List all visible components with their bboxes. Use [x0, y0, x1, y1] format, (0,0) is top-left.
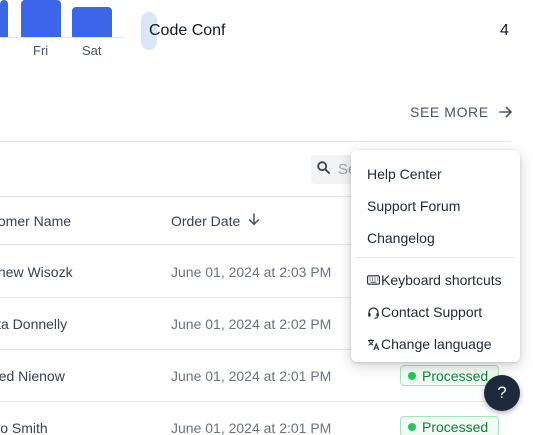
- table-cell-order-date: June 01, 2024 at 2:03 PM: [171, 264, 332, 280]
- menu-item-changelog[interactable]: Changelog: [351, 222, 520, 254]
- menu-item-contact-support[interactable]: Contact Support: [351, 296, 520, 328]
- table-cell-order-date: June 01, 2024 at 2:02 PM: [171, 316, 332, 332]
- table-row-divider: [0, 401, 511, 402]
- chart-baseline: [0, 37, 125, 38]
- menu-item-change-language[interactable]: Change language: [351, 328, 520, 360]
- chart-bar-fri: [21, 0, 61, 37]
- table-cell-order-date: June 01, 2024 at 2:01 PM: [171, 420, 332, 435]
- column-header-order-date[interactable]: Order Date: [171, 213, 260, 229]
- headset-icon: [367, 306, 380, 319]
- help-menu: Help Center Support Forum Changelog Keyb…: [351, 150, 520, 362]
- table-cell-customer: lio Smith: [0, 420, 48, 435]
- menu-item-keyboard-shortcuts[interactable]: Keyboard shortcuts: [351, 264, 520, 296]
- conference-name: Code Conf: [149, 22, 226, 39]
- menu-divider: [355, 257, 516, 258]
- menu-item-label: Change language: [381, 336, 492, 352]
- table-cell-order-date: June 01, 2024 at 2:01 PM: [171, 368, 332, 384]
- table-cell-customer: red Nienow: [0, 368, 65, 384]
- menu-item-label: Support Forum: [367, 198, 461, 214]
- section-divider: [0, 141, 511, 142]
- menu-item-label: Contact Support: [381, 304, 483, 320]
- conference-count: 4: [500, 22, 509, 39]
- arrow-right-icon: [498, 105, 513, 119]
- status-dot: [408, 371, 416, 380]
- menu-item-support-forum[interactable]: Support Forum: [351, 190, 520, 222]
- menu-item-help-center[interactable]: Help Center: [351, 158, 520, 190]
- chart-tick-label-sat: Sat: [82, 43, 102, 58]
- column-header-label: Order Date: [171, 213, 241, 229]
- table-cell-customer: thew Wisozk: [0, 264, 73, 280]
- see-more-link[interactable]: SEE MORE: [410, 104, 513, 120]
- chart-bar-sat: [72, 7, 112, 37]
- menu-item-label: Changelog: [367, 230, 435, 246]
- status-label: Processed: [422, 367, 489, 384]
- status-label: Processed: [422, 418, 489, 435]
- status-badge: Processed: [400, 416, 500, 435]
- help-button[interactable]: ?: [484, 375, 520, 411]
- keyboard-icon: [367, 274, 380, 287]
- translate-icon: [367, 338, 380, 351]
- arrow-down-icon: [248, 213, 260, 229]
- column-header-label: tomer Name: [0, 213, 72, 229]
- see-more-label: SEE MORE: [410, 104, 489, 120]
- chart-tick-label-fri: Fri: [33, 43, 49, 58]
- table-cell-customer: ita Donnelly: [0, 316, 68, 332]
- menu-item-label: Keyboard shortcuts: [381, 272, 502, 288]
- status-badge: Processed: [400, 365, 500, 386]
- search-icon: [317, 160, 330, 179]
- menu-item-label: Help Center: [367, 166, 442, 182]
- column-header-customer-name[interactable]: tomer Name: [0, 213, 71, 229]
- status-dot: [408, 422, 416, 431]
- chart-bar-partial: [0, 0, 8, 37]
- question-mark-icon: ?: [497, 383, 507, 402]
